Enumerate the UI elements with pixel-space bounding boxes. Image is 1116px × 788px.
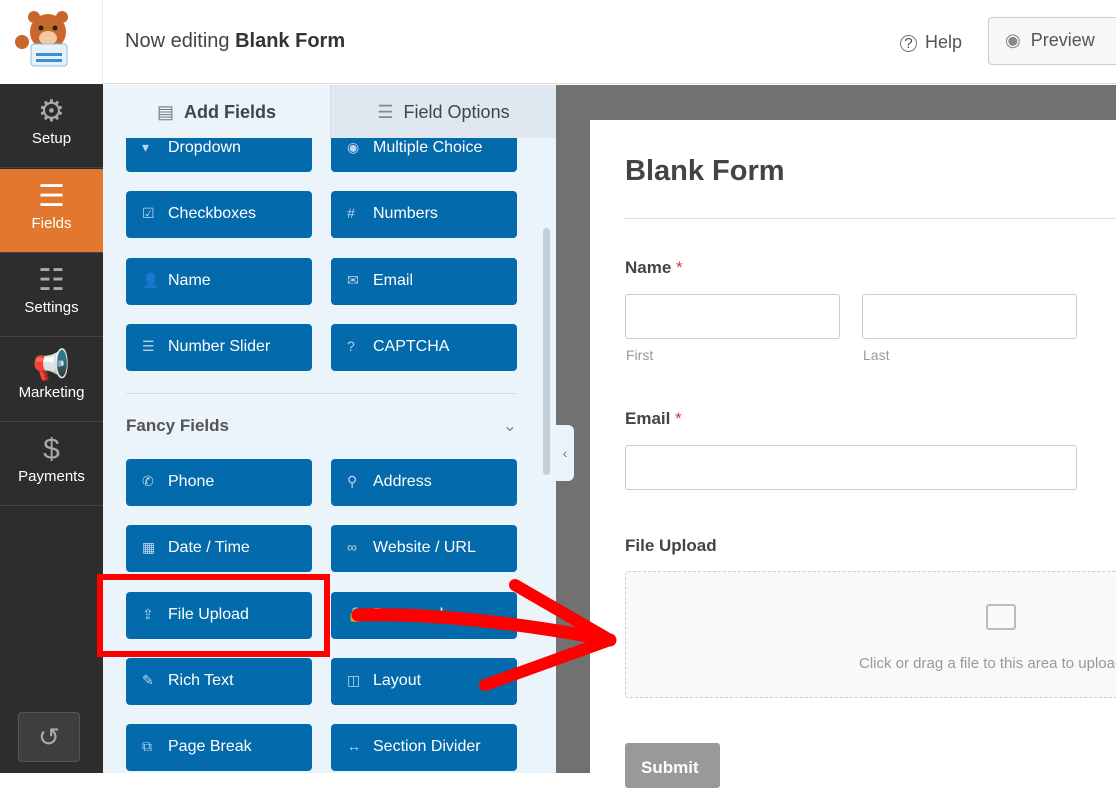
highlight-box (97, 574, 330, 657)
annotation-overlay (97, 574, 617, 691)
